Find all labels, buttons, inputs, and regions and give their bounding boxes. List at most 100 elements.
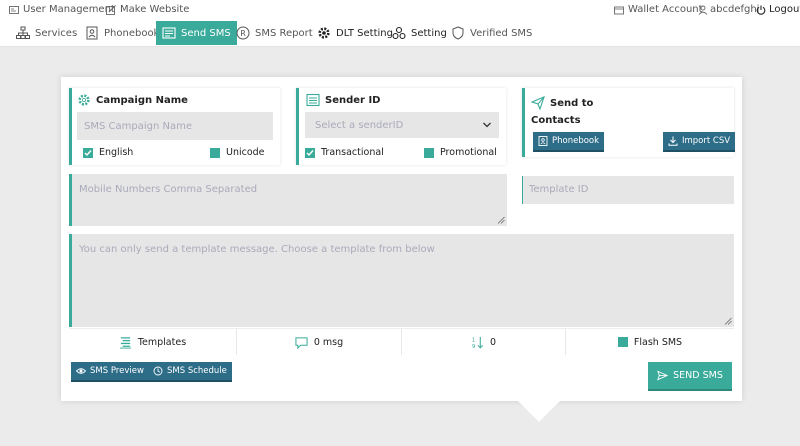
sms-preview-button[interactable]: SMS Preview xyxy=(71,362,149,382)
sitemap-icon xyxy=(16,26,30,39)
card-pointer xyxy=(517,400,561,422)
tab-setting[interactable]: Setting xyxy=(386,21,453,45)
wallet-icon xyxy=(614,6,624,14)
tab-verified-sms-label: Verified SMS xyxy=(470,27,533,39)
tab-verified-sms[interactable]: Verified SMS xyxy=(445,21,538,45)
character-count-label: 0 xyxy=(489,336,497,348)
import-csv-button[interactable]: Import CSV xyxy=(663,132,736,152)
tab-phonebook-label: Phonebook xyxy=(104,27,160,39)
send-to-title: Send to xyxy=(531,96,593,110)
send-sms-label: SEND SMS xyxy=(673,370,723,381)
user-management-label: User Management xyxy=(23,4,115,15)
checkbox-checked xyxy=(83,147,93,158)
campaign-title-label: Campaign Name xyxy=(96,94,188,106)
sender-id-placeholder: Select a senderID xyxy=(315,119,404,131)
resize-handle-icon[interactable] xyxy=(497,216,505,224)
tab-services[interactable]: Services xyxy=(10,21,83,45)
sms-icon xyxy=(162,27,176,39)
chevron-down-icon xyxy=(483,122,491,128)
tab-sms-report-label: SMS Report xyxy=(255,27,313,39)
unicode-checkbox[interactable]: Unicode xyxy=(210,147,265,158)
sender-title: Sender ID xyxy=(306,93,380,107)
svg-text:R: R xyxy=(240,29,246,38)
tab-phonebook[interactable]: Phonebook xyxy=(79,21,165,45)
pencil-icon xyxy=(106,4,116,15)
resize-handle-icon[interactable] xyxy=(724,317,732,325)
wallet-account-label: Wallet Account xyxy=(628,4,703,15)
paper-plane-icon xyxy=(531,96,545,110)
checkbox-box xyxy=(210,147,220,158)
flash-sms-checkbox[interactable]: Flash SMS xyxy=(566,329,734,355)
send-to-title-label: Send to xyxy=(550,97,594,109)
sms-schedule-button[interactable]: SMS Schedule xyxy=(148,362,232,382)
flash-sms-label: Flash SMS xyxy=(633,336,683,348)
list-icon xyxy=(306,93,320,107)
power-icon xyxy=(756,5,766,15)
character-count: 19 0 xyxy=(402,329,566,355)
sms-preview-label: SMS Preview xyxy=(90,366,144,376)
user-menu[interactable]: abcdefghi xyxy=(698,4,759,15)
english-checkbox[interactable]: English xyxy=(83,147,133,158)
tab-send-sms[interactable]: Send SMS xyxy=(156,21,237,45)
contacts-label: Contacts xyxy=(531,115,581,126)
transactional-checkbox[interactable]: Transactional xyxy=(305,147,384,158)
tab-sms-report[interactable]: R SMS Report xyxy=(230,21,319,45)
history-icon xyxy=(153,366,163,376)
message-input[interactable]: You can only send a template message. Ch… xyxy=(69,234,734,327)
campaign-name-input[interactable]: SMS Campaign Name xyxy=(77,112,273,140)
phonebook-button-label: Phonebook xyxy=(552,136,600,146)
svg-text:9: 9 xyxy=(472,344,476,349)
template-id-placeholder: Template ID xyxy=(529,184,589,195)
wallet-account-link[interactable]: Wallet Account xyxy=(614,4,703,15)
logout-label: Logout xyxy=(769,4,800,15)
username: abcdefghi xyxy=(710,4,760,15)
templates-button[interactable]: Templates xyxy=(69,329,237,355)
import-csv-button-label: Import CSV xyxy=(682,136,731,146)
tab-services-label: Services xyxy=(35,27,78,39)
promotional-checkbox[interactable]: Promotional xyxy=(424,147,497,158)
mobile-numbers-input[interactable]: Mobile Numbers Comma Separated xyxy=(69,174,507,226)
svg-text:1: 1 xyxy=(472,337,476,343)
english-label: English xyxy=(99,147,134,158)
eye-icon xyxy=(76,368,86,374)
checkbox-box xyxy=(617,337,628,347)
template-id-input[interactable]: Template ID xyxy=(522,176,734,204)
templates-label: Templates xyxy=(137,336,187,348)
user-management-link[interactable]: User Management xyxy=(9,4,115,15)
sender-id-select[interactable]: Select a senderID xyxy=(305,112,499,138)
tab-dlt-setting-label: DLT Setting xyxy=(336,27,393,39)
download-icon xyxy=(668,136,678,146)
checkbox-checked xyxy=(305,147,315,158)
mobile-numbers-placeholder: Mobile Numbers Comma Separated xyxy=(79,184,258,195)
user-icon xyxy=(698,5,708,15)
logout-button[interactable]: Logout xyxy=(756,4,800,15)
campaign-title: Campaign Name xyxy=(77,93,188,107)
message-toolbar: Templates 0 msg 19 0 Flash SMS xyxy=(69,328,734,355)
make-website-label: Make Website xyxy=(120,4,190,15)
gear-icon xyxy=(78,94,90,106)
shield-icon xyxy=(452,26,464,40)
make-website-link[interactable]: Make Website xyxy=(106,4,189,15)
send-sms-button[interactable]: SEND SMS xyxy=(648,362,732,391)
sender-title-label: Sender ID xyxy=(325,94,381,106)
check-icon xyxy=(306,149,314,156)
templates-icon xyxy=(119,336,131,349)
id-card-icon xyxy=(9,5,19,14)
transactional-label: Transactional xyxy=(321,147,384,158)
cogs-icon xyxy=(392,26,406,40)
message-count: 0 msg xyxy=(237,329,402,355)
registered-icon: R xyxy=(236,26,250,40)
gear-icon xyxy=(318,27,330,39)
promotional-label: Promotional xyxy=(440,147,497,158)
message-count-label: 0 msg xyxy=(313,336,344,348)
sort-numeric-icon: 19 xyxy=(472,336,483,349)
contact-book-icon xyxy=(86,26,98,40)
paper-plane-icon xyxy=(657,370,669,381)
checkbox-box xyxy=(424,147,434,158)
phonebook-button[interactable]: Phonebook xyxy=(533,132,605,152)
main-nav: Services Phonebook Send SMS R SMS Report… xyxy=(0,19,800,47)
check-icon xyxy=(84,149,92,156)
sms-schedule-label: SMS Schedule xyxy=(167,366,227,376)
unicode-label: Unicode xyxy=(226,147,265,158)
message-placeholder: You can only send a template message. Ch… xyxy=(79,244,435,255)
